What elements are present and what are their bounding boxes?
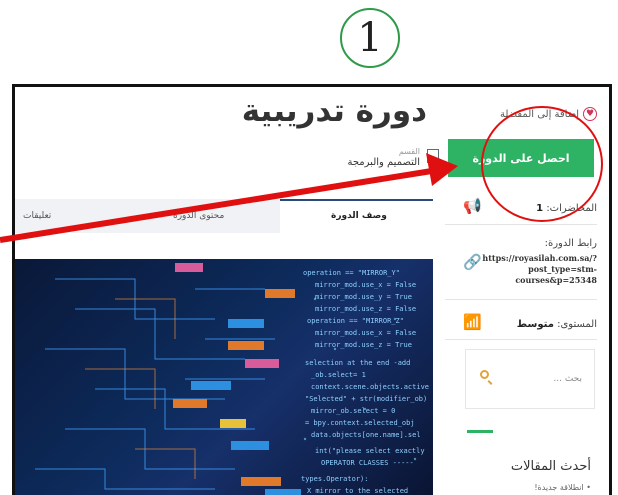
level-value: متوسط — [516, 319, 554, 330]
recent-post-link[interactable]: انطلاقة جديدة! — [534, 483, 583, 492]
page-screenshot-frame: دورة تدريبية ♥ إضافة إلى المفضلة القسم ا… — [12, 84, 612, 495]
search-icon[interactable] — [480, 370, 489, 379]
hero-node — [191, 381, 231, 390]
recent-posts-title: أحدث المقالات — [510, 459, 591, 474]
hero-code-text: mirror_mod.use_z = True — [315, 341, 412, 349]
sidebar-divider — [445, 224, 597, 225]
step-number: 1 — [357, 15, 383, 61]
level-label: المستوى: — [557, 319, 597, 330]
course-link-label: رابط الدورة: — [544, 238, 597, 249]
course-link-line: post_type=stm- — [528, 264, 597, 274]
hero-code-text: mirror_mod.use_x = False — [315, 281, 417, 289]
tab-reviews[interactable]: تعليقات — [23, 211, 51, 221]
hero-code-text: data.objects[one.name].sel — [311, 431, 421, 439]
hero-code-text: int("please select exactly — [315, 447, 425, 455]
hero-code-text: operation == "MIRROR_Z" — [307, 317, 404, 325]
step-number-badge: 1 — [340, 8, 400, 68]
hero-node — [173, 399, 207, 408]
megaphone-icon: 📢 — [463, 197, 482, 215]
lectures-row: المحاضرات: 1 — [536, 203, 597, 214]
hero-code-text: context.scene.objects.active — [311, 383, 430, 391]
enroll-button[interactable]: احصل على الدورة — [448, 139, 594, 177]
page-title: دورة تدريبية — [241, 93, 427, 129]
course-link-line: https://royasilah.com.sa/? — [482, 253, 597, 263]
hero-node — [175, 263, 203, 272]
recent-post-item[interactable]: • انطلاقة جديدة! — [534, 483, 591, 492]
lectures-value: 1 — [536, 203, 544, 214]
hero-code-text: operation == "MIRROR_Y" — [303, 269, 400, 277]
hero-node — [228, 341, 264, 350]
lectures-label: المحاضرات: — [546, 203, 597, 214]
course-link-line: courses&p=25348 — [515, 275, 597, 285]
bookmark-icon — [427, 149, 439, 163]
hero-code-text: _ob.select= 1 — [311, 371, 366, 379]
hero-code-text: selection at the end -add — [305, 359, 411, 367]
hero-node — [220, 419, 246, 428]
hero-code-text: = bpy.context.selected_obj — [305, 419, 415, 427]
hero-code-text: OPERATOR CLASSES ----- — [321, 459, 414, 467]
hero-code-text: mirror_ob.select = 0 — [311, 407, 396, 415]
category-value[interactable]: التصميم والبرمجة — [347, 157, 420, 168]
search-input[interactable]: بحث ... — [553, 374, 582, 384]
heart-icon: ♥ — [583, 107, 597, 121]
level-row: المستوى: متوسط — [517, 319, 597, 330]
sidebar-divider — [445, 339, 597, 340]
hero-code-text: mirror_mod.use_z = False — [315, 305, 417, 313]
hero-code-text: mirror_mod.use_x = False — [315, 329, 417, 337]
category-label: القسم — [398, 147, 420, 156]
wishlist-link[interactable]: ♥ إضافة إلى المفضلة — [500, 107, 597, 121]
search-box[interactable]: بحث ... — [465, 349, 595, 409]
hero-node — [245, 359, 279, 368]
hero-code-text: types.Operator): — [301, 475, 369, 483]
section-accent-bar — [467, 430, 493, 433]
wishlist-label: إضافة إلى المفضلة — [500, 108, 579, 120]
hero-node — [265, 289, 295, 298]
tab-curriculum[interactable]: محتوى الدورة — [173, 211, 224, 221]
bar-chart-icon: 📶 — [463, 313, 482, 331]
course-link-value[interactable]: https://royasilah.com.sa/? post_type=stm… — [482, 253, 597, 286]
hero-code-text: mirror_mod.use_y = True — [315, 293, 412, 301]
course-hero-image: operation == "MIRROR_Y" mirror_mod.use_x… — [15, 259, 433, 495]
hero-code-text: X mirror to the selected — [307, 487, 409, 495]
hero-node — [228, 319, 264, 328]
link-icon: 🔗 — [463, 253, 482, 271]
hero-code-text: "Selected" + str(modifier_ob) — [305, 395, 428, 403]
hero-node — [231, 441, 269, 450]
hero-node — [265, 489, 301, 495]
sidebar-divider — [445, 299, 597, 300]
hero-node — [241, 477, 281, 486]
tab-description[interactable]: وصف الدورة — [331, 211, 387, 221]
